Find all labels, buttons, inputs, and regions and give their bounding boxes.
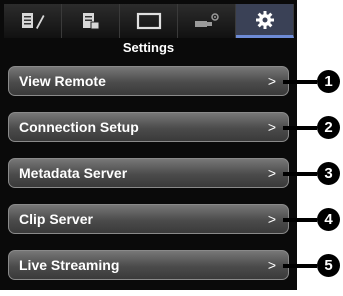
menu-item-label: Connection Setup xyxy=(19,119,139,135)
menu-item-label: Live Streaming xyxy=(19,257,120,273)
camera-settings-icon xyxy=(194,13,219,27)
menu-item-metadata-server[interactable]: Metadata Server > xyxy=(8,158,289,188)
menu-item-view-remote[interactable]: View Remote > xyxy=(8,66,289,96)
settings-menu: View Remote > Connection Setup > Metadat… xyxy=(8,66,289,296)
gear-icon xyxy=(255,10,274,29)
callout-number: 4 xyxy=(317,208,340,231)
clip-list-icon xyxy=(82,13,99,30)
callout-number: 3 xyxy=(317,162,340,185)
callout-marker: 4 xyxy=(283,208,343,232)
menu-item-clip-server[interactable]: Clip Server > xyxy=(8,204,289,234)
tab-edit[interactable] xyxy=(4,4,62,38)
menu-item-label: Metadata Server xyxy=(19,165,128,181)
tab-monitor[interactable] xyxy=(120,4,178,38)
callout-marker: 5 xyxy=(283,254,343,278)
tab-camera-settings[interactable] xyxy=(178,4,236,38)
tab-clips[interactable] xyxy=(62,4,120,38)
chevron-right-icon: > xyxy=(267,211,276,227)
menu-item-live-streaming[interactable]: Live Streaming > xyxy=(8,250,289,280)
chevron-right-icon: > xyxy=(267,119,276,135)
callout-line xyxy=(283,218,317,222)
callout-line xyxy=(283,126,317,130)
callout-marker: 2 xyxy=(283,116,343,140)
callout-line xyxy=(283,80,317,84)
device-screen: Settings View Remote > Connection Setup … xyxy=(0,0,297,290)
chevron-right-icon: > xyxy=(267,165,276,181)
tab-bar xyxy=(4,4,294,38)
monitor-icon xyxy=(136,12,161,30)
menu-item-label: Clip Server xyxy=(19,211,93,227)
chevron-right-icon: > xyxy=(267,73,276,89)
menu-item-connection-setup[interactable]: Connection Setup > xyxy=(8,112,289,142)
callout-number: 5 xyxy=(317,254,340,277)
callout-marker: 3 xyxy=(283,162,343,186)
callout-number: 1 xyxy=(317,70,340,93)
callout-marker: 1 xyxy=(283,70,343,94)
menu-item-label: View Remote xyxy=(19,73,106,89)
page-title: Settings xyxy=(122,40,175,55)
callout-line xyxy=(283,264,317,268)
callout-line xyxy=(283,172,317,176)
tab-settings[interactable] xyxy=(236,4,294,38)
callout-number: 2 xyxy=(317,116,340,139)
chevron-right-icon: > xyxy=(267,257,276,273)
edit-list-icon xyxy=(21,13,44,29)
